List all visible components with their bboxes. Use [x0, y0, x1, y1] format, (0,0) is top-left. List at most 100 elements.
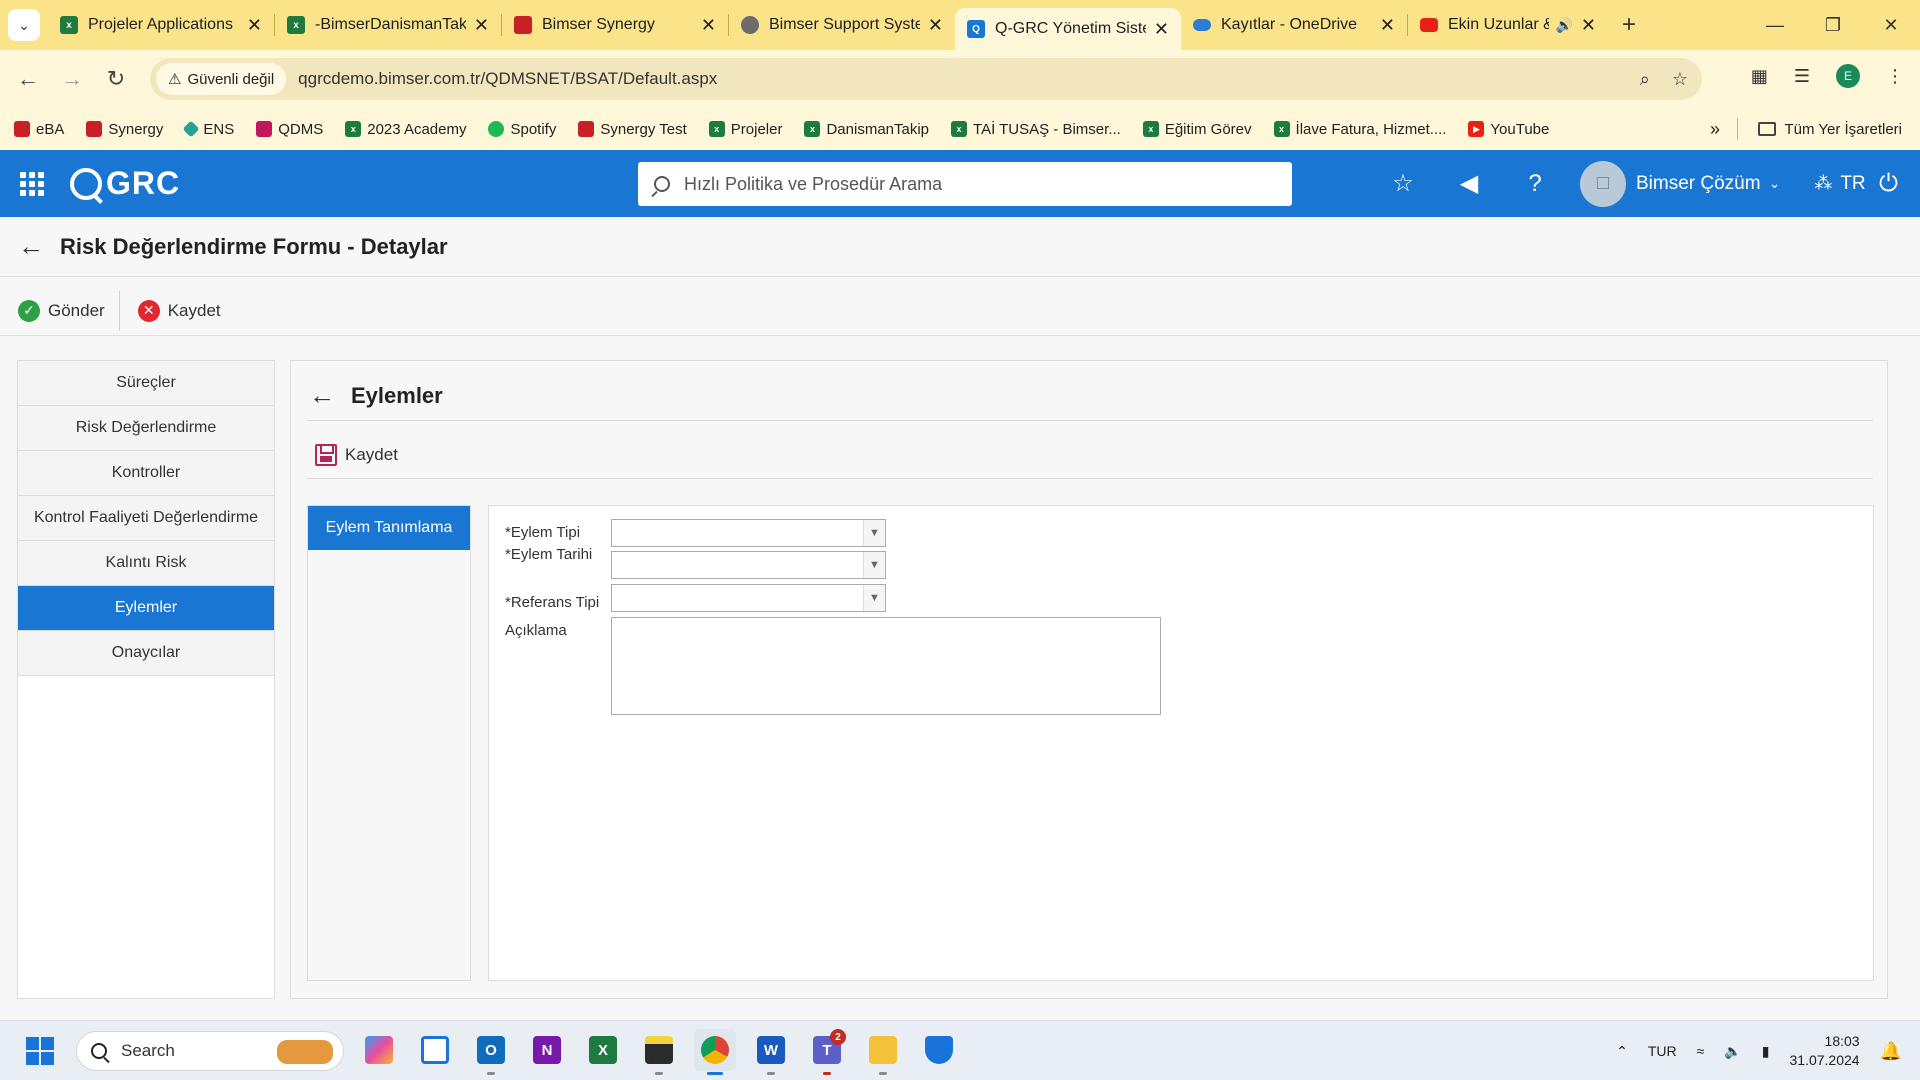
browser-tab-active[interactable]: Q Q-GRC Yönetim Siste ✕	[955, 8, 1181, 50]
bookmark-item[interactable]: x TAİ TUSAŞ - Bimser...	[951, 121, 1121, 138]
power-icon[interactable]: ⏻	[1879, 170, 1898, 198]
chevron-down-icon[interactable]: ▼	[863, 585, 885, 611]
app-launcher-icon[interactable]	[20, 171, 44, 196]
app-logo[interactable]: GRC	[70, 165, 180, 202]
chevron-down-icon[interactable]: ▼	[863, 520, 885, 546]
nav-item-risk-degerlendirme[interactable]: Risk Değerlendirme	[18, 406, 274, 451]
excel-icon: x	[951, 121, 968, 137]
nav-item-onaycilar[interactable]: Onaycılar	[18, 631, 274, 676]
bookmark-item[interactable]: ▶ YouTube	[1468, 121, 1549, 138]
input-language[interactable]: TUR	[1648, 1043, 1677, 1059]
close-icon[interactable]: ✕	[474, 15, 489, 36]
speaker-icon[interactable]: 🔊	[1555, 17, 1572, 34]
notification-bell-icon[interactable]: 🔔	[1880, 1041, 1902, 1062]
bookmark-item[interactable]: x İlave Fatura, Hizmet....	[1273, 121, 1446, 138]
bookmark-item[interactable]: Spotify	[488, 121, 556, 138]
policy-search-box[interactable]	[638, 162, 1292, 206]
chevron-down-icon[interactable]: ▼	[863, 552, 885, 578]
favorites-star-icon[interactable]: ☆	[1370, 169, 1436, 198]
language-selector[interactable]: ⁂ TR	[1814, 173, 1865, 195]
profile-avatar[interactable]: E	[1836, 64, 1860, 88]
tab-search-button[interactable]: ⌄	[8, 9, 40, 41]
chevron-up-icon[interactable]: ⌃	[1616, 1043, 1628, 1060]
close-icon[interactable]: ✕	[247, 15, 262, 36]
announcements-megaphone-icon[interactable]: ◀	[1436, 169, 1502, 198]
file-explorer-app-icon[interactable]	[862, 1029, 904, 1075]
bookmark-item[interactable]: QDMS	[256, 121, 323, 138]
save-cancel-button[interactable]: ✕ Kaydet	[120, 290, 235, 332]
back-arrow-icon[interactable]: ←	[18, 231, 44, 262]
all-bookmarks-button[interactable]: Tüm Yer İşaretleri	[1758, 121, 1902, 138]
windows-start-icon[interactable]	[26, 1037, 54, 1065]
bookmark-item[interactable]: eBA	[14, 121, 64, 138]
word-app-icon[interactable]: W	[750, 1029, 792, 1075]
action-date-select[interactable]: ▼	[611, 551, 886, 579]
browser-tab[interactable]: x -BimserDanismanTak ✕	[275, 0, 501, 50]
taskbar-search[interactable]: Search	[76, 1031, 344, 1071]
bookmark-item[interactable]: Synergy	[86, 121, 163, 138]
action-type-select[interactable]: ▼	[611, 519, 886, 547]
url-text[interactable]: qgrcdemo.bimser.com.tr/QDMSNET/BSAT/Defa…	[298, 69, 717, 89]
subtab-eylem-tanimlama[interactable]: Eylem Tanımlama	[308, 506, 470, 550]
browser-tab[interactable]: Ekin Uzunlar & D 🔊 ✕	[1408, 0, 1608, 50]
excel-app-icon[interactable]: X	[582, 1029, 624, 1071]
clock[interactable]: 18:03 31.07.2024	[1790, 1032, 1860, 1070]
close-icon[interactable]: ✕	[1581, 15, 1596, 36]
send-button[interactable]: ✓ Gönder	[0, 290, 119, 332]
new-tab-button[interactable]: +	[1622, 11, 1636, 39]
back-arrow-icon[interactable]: ←	[309, 380, 335, 411]
bookmark-label: DanismanTakip	[826, 120, 930, 138]
browser-tab[interactable]: Bimser Synergy ✕	[502, 0, 728, 50]
task-view-icon[interactable]	[414, 1029, 456, 1071]
nav-item-kalinti-risk[interactable]: Kalıntı Risk	[18, 541, 274, 586]
wifi-icon[interactable]: ≈	[1697, 1043, 1705, 1059]
omnibox[interactable]: ⚠ Güvenli değil qgrcdemo.bimser.com.tr/Q…	[150, 58, 1702, 100]
chrome-app-icon[interactable]	[694, 1029, 736, 1075]
minimize-icon[interactable]: —	[1746, 15, 1804, 36]
close-icon[interactable]: ✕	[701, 15, 716, 36]
reference-type-select[interactable]: ▼	[611, 584, 886, 612]
bookmark-item[interactable]: x DanismanTakip	[804, 121, 929, 138]
browser-tab[interactable]: Kayıtlar - OneDrive ✕	[1181, 0, 1407, 50]
nav-item-kontroller[interactable]: Kontroller	[18, 451, 274, 496]
teams-app-icon[interactable]: T2	[806, 1029, 848, 1075]
outlook-app-icon[interactable]: O	[470, 1029, 512, 1075]
bookmark-item[interactable]: Synergy Test	[578, 121, 687, 138]
onenote-app-icon[interactable]: N	[526, 1029, 568, 1071]
restore-icon[interactable]: ❐	[1804, 15, 1862, 36]
content-save-button[interactable]: Kaydet	[307, 443, 398, 466]
copilot-app-icon[interactable]	[358, 1029, 400, 1071]
back-icon[interactable]: ←	[6, 66, 50, 92]
browser-tab[interactable]: Bimser Support Syste ✕	[729, 0, 955, 50]
security-chip[interactable]: ⚠ Güvenli değil	[156, 63, 287, 95]
close-icon[interactable]: ✕	[928, 15, 943, 36]
bookmark-item[interactable]: ENS	[182, 121, 234, 138]
nav-item-surecler[interactable]: Süreçler	[18, 361, 274, 406]
extensions-icon[interactable]: ▦	[1751, 66, 1768, 87]
chevron-double-right-icon[interactable]: »	[1710, 119, 1720, 140]
forward-icon[interactable]: →	[50, 66, 94, 92]
close-icon[interactable]: ✕	[1154, 19, 1169, 40]
bookmark-item[interactable]: x Projeler	[708, 121, 782, 138]
reload-icon[interactable]: ↻	[94, 66, 138, 92]
sticky-notes-app-icon[interactable]	[638, 1029, 680, 1075]
bookmark-item[interactable]: x Eğitim Görev	[1142, 121, 1252, 138]
defender-app-icon[interactable]	[918, 1029, 960, 1071]
browser-tab[interactable]: x Projeler Applications ✕	[48, 0, 274, 50]
bookmark-item[interactable]: x 2023 Academy	[345, 121, 466, 138]
help-icon[interactable]: ?	[1502, 170, 1568, 198]
more-menu-icon[interactable]: ⋮	[1886, 66, 1904, 87]
system-tray: ⌃ TUR ≈ 🔈 ▮ 18:03 31.07.2024 🔔	[1616, 1021, 1920, 1080]
media-controls-icon[interactable]: ☰	[1794, 66, 1810, 87]
battery-icon[interactable]: ▮	[1762, 1043, 1770, 1060]
volume-icon[interactable]: 🔈	[1724, 1043, 1741, 1060]
close-icon[interactable]: ✕	[1380, 15, 1395, 36]
user-menu[interactable]: □ Bimser Çözüm ⌄	[1580, 160, 1780, 207]
bookmark-star-icon[interactable]: ☆	[1672, 69, 1688, 90]
description-textarea[interactable]	[611, 617, 1161, 715]
zoom-icon[interactable]: ⌕	[1640, 69, 1650, 90]
nav-item-kontrol-faaliyeti[interactable]: Kontrol Faaliyeti Değerlendirme	[18, 496, 274, 541]
close-window-icon[interactable]: ✕	[1862, 15, 1920, 36]
nav-item-eylemler[interactable]: Eylemler	[18, 586, 274, 631]
policy-search-input[interactable]	[684, 173, 1244, 195]
